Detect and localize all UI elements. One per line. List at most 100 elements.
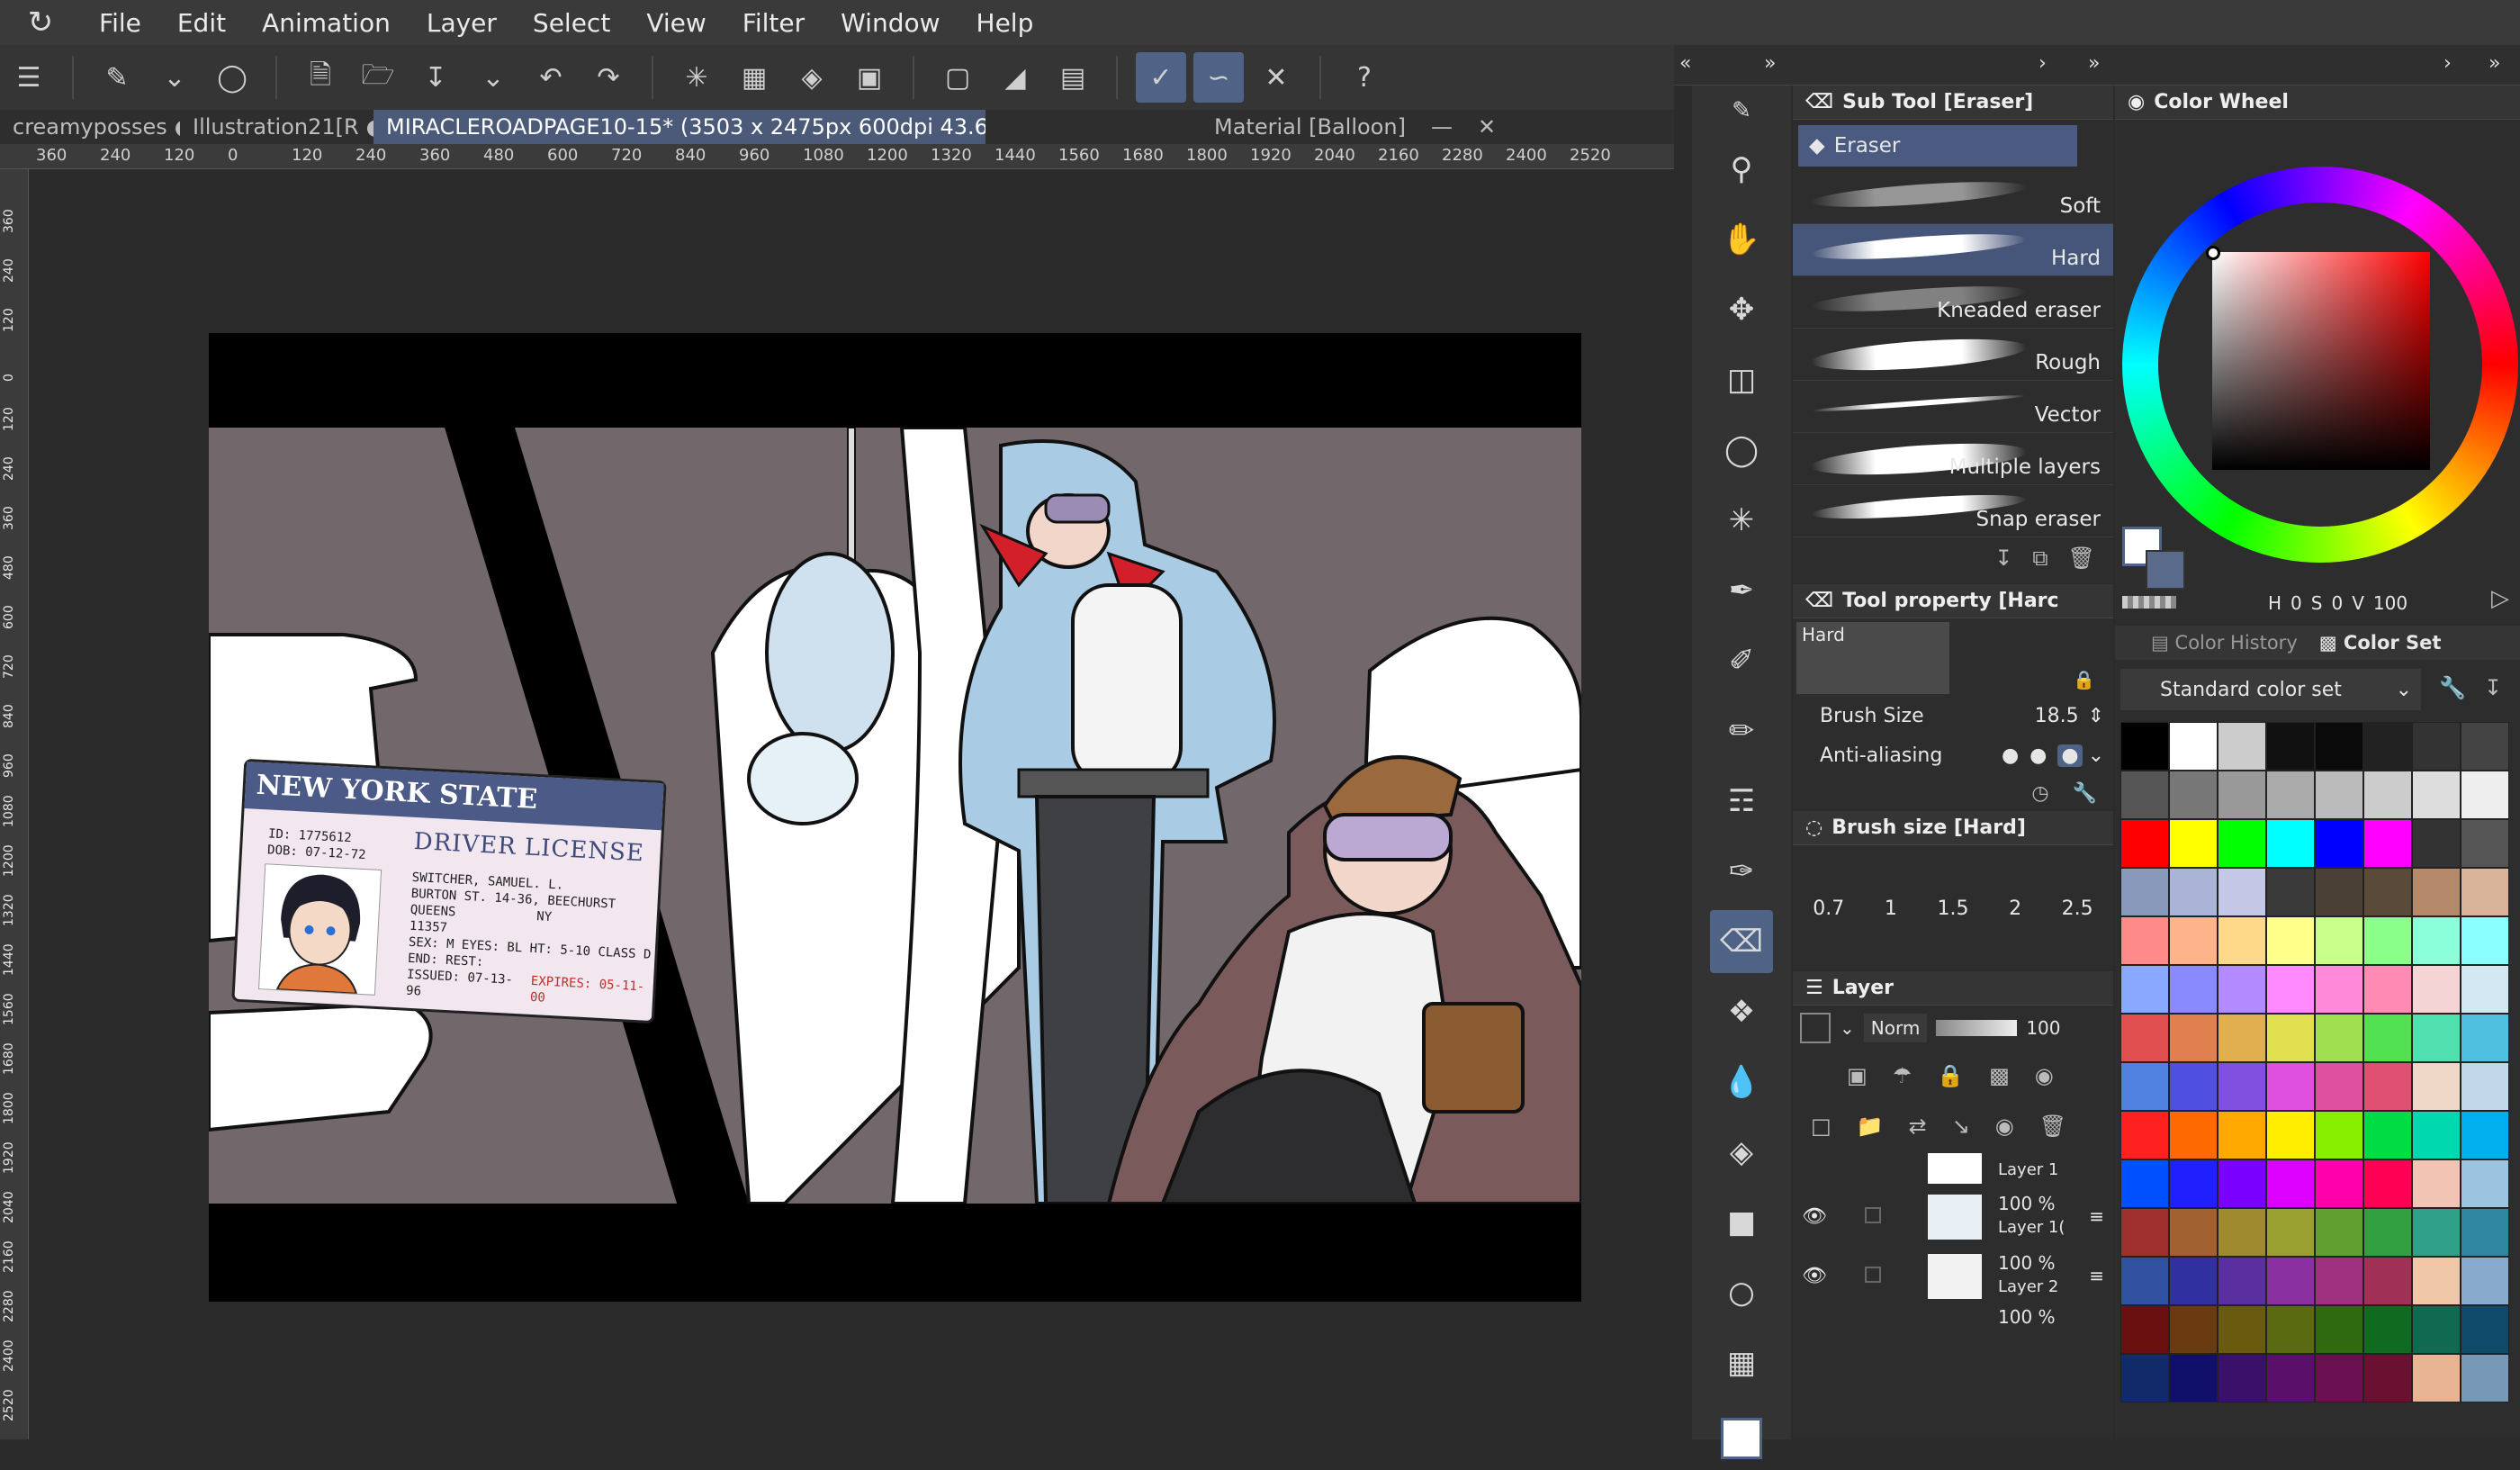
brush-multiple-layers[interactable]: Multiple layers bbox=[1793, 433, 2113, 485]
color-picker-handle[interactable] bbox=[2206, 246, 2220, 260]
color-swatch[interactable] bbox=[2169, 1208, 2218, 1257]
eyedropper-icon[interactable]: ✒ bbox=[1710, 559, 1773, 622]
menu-window[interactable]: Window bbox=[823, 8, 958, 38]
color-swatch[interactable] bbox=[2315, 771, 2363, 819]
undo-icon[interactable]: ↶ bbox=[526, 52, 576, 103]
brush-size-preset[interactable]: 1 bbox=[1885, 897, 1897, 920]
color-swatch[interactable] bbox=[2218, 1305, 2266, 1354]
opacity-slider[interactable] bbox=[1936, 1020, 2018, 1036]
color-swatch[interactable] bbox=[2412, 1208, 2461, 1257]
brush-hard[interactable]: Hard bbox=[1793, 224, 2113, 276]
color-swatch[interactable] bbox=[2169, 722, 2218, 771]
merge-layer-icon[interactable]: ↘ bbox=[1952, 1114, 1970, 1139]
color-swatch[interactable] bbox=[2120, 1257, 2169, 1305]
color-swatch[interactable] bbox=[2218, 1159, 2266, 1208]
expand-right-icon[interactable]: » bbox=[1764, 52, 1776, 75]
color-swatch[interactable] bbox=[2315, 965, 2363, 1014]
download-icon[interactable]: ↧ bbox=[1994, 546, 2012, 571]
subtool-group-eraser[interactable]: ◆ Eraser bbox=[1798, 125, 2077, 167]
tab-color-history[interactable]: ▤ Color History bbox=[2151, 632, 2298, 654]
transform-icon[interactable]: ▣ bbox=[844, 52, 895, 103]
color-swatch[interactable] bbox=[2120, 965, 2169, 1014]
color-swatch[interactable] bbox=[2461, 771, 2509, 819]
color-swatch[interactable] bbox=[2266, 1354, 2315, 1402]
color-swatch[interactable] bbox=[2461, 1014, 2509, 1062]
add-color-icon[interactable]: ↧ bbox=[2484, 675, 2502, 700]
color-swatch[interactable] bbox=[2218, 916, 2266, 965]
color-swatch[interactable] bbox=[2266, 1159, 2315, 1208]
clip-icon[interactable]: ▣ bbox=[1847, 1063, 1868, 1088]
color-swatch[interactable] bbox=[2169, 965, 2218, 1014]
loading-icon[interactable]: ✳ bbox=[671, 52, 722, 103]
color-swatch[interactable] bbox=[2412, 1159, 2461, 1208]
color-swatch[interactable] bbox=[2169, 1354, 2218, 1402]
color-swatch[interactable] bbox=[2120, 1111, 2169, 1159]
color-swatch[interactable] bbox=[2266, 1305, 2315, 1354]
layer-row[interactable]: 100 % bbox=[1793, 1306, 2113, 1333]
expand-right-icon[interactable]: » bbox=[2088, 52, 2100, 75]
color-swatch[interactable] bbox=[2169, 1111, 2218, 1159]
color-swatch[interactable] bbox=[2120, 1305, 2169, 1354]
color-swatch[interactable] bbox=[2266, 1208, 2315, 1257]
color-wheel[interactable] bbox=[2122, 167, 2518, 563]
new-file-icon[interactable]: 🗎 bbox=[295, 52, 346, 103]
layer-row[interactable]: 👁 100 % Layer 1( ≡ bbox=[1793, 1187, 2113, 1247]
brush-snap-eraser[interactable]: Snap eraser bbox=[1793, 485, 2113, 537]
lasso-icon[interactable]: ◯ bbox=[1710, 419, 1773, 482]
layer-checkbox[interactable] bbox=[1865, 1207, 1881, 1223]
color-swatch[interactable] bbox=[2120, 1062, 2169, 1111]
canvas-page[interactable]: NEW YORK STATE DRIVER LICENSE ID: 177561… bbox=[209, 333, 1581, 1302]
frame-border-icon[interactable]: ▦ bbox=[1710, 1331, 1773, 1394]
color-swatch[interactable] bbox=[2120, 819, 2169, 868]
color-swatch[interactable] bbox=[2461, 1354, 2509, 1402]
color-set-select[interactable]: Standard color set ⌄ bbox=[2120, 669, 2421, 710]
play-icon[interactable]: ▷ bbox=[2491, 585, 2509, 612]
blend-icon[interactable]: 💧 bbox=[1710, 1051, 1773, 1114]
chevron-right-icon[interactable]: › bbox=[2444, 52, 2452, 75]
chevron-right-icon[interactable]: › bbox=[2038, 52, 2047, 75]
blend-mode-select[interactable]: Norm bbox=[1863, 1014, 1928, 1042]
mask-icon[interactable]: ◉ bbox=[2035, 1063, 2054, 1088]
lock-icon[interactable]: 🔒 bbox=[1937, 1063, 1964, 1088]
color-swatch[interactable] bbox=[2218, 722, 2266, 771]
color-swatch[interactable] bbox=[2315, 1111, 2363, 1159]
close-icon[interactable]: ✕ bbox=[1465, 110, 1508, 144]
brush-soft[interactable]: Soft bbox=[1793, 172, 2113, 224]
3d-object-icon[interactable]: ◫ bbox=[1710, 348, 1773, 411]
color-swatch[interactable] bbox=[2363, 1305, 2412, 1354]
new-folder-icon[interactable]: 📁 bbox=[1857, 1114, 1884, 1139]
menu-select[interactable]: Select bbox=[515, 8, 628, 38]
color-swatch[interactable] bbox=[2315, 1208, 2363, 1257]
color-swatch[interactable] bbox=[2218, 1111, 2266, 1159]
move-icon[interactable]: ✥ bbox=[1710, 278, 1773, 341]
airbrush-icon[interactable]: ☶ bbox=[1710, 770, 1773, 833]
canvas-area[interactable]: NEW YORK STATE DRIVER LICENSE ID: 177561… bbox=[29, 169, 1674, 1439]
color-swatch[interactable] bbox=[2169, 1159, 2218, 1208]
color-swatch[interactable] bbox=[2169, 1062, 2218, 1111]
color-swatch[interactable] bbox=[2120, 1014, 2169, 1062]
color-swatch[interactable] bbox=[2363, 965, 2412, 1014]
color-swatch[interactable] bbox=[2315, 1305, 2363, 1354]
wrench-icon[interactable]: 🔧 bbox=[2073, 782, 2097, 805]
brush-size-preset[interactable]: 2 bbox=[2009, 897, 2021, 920]
hamburger-menu-icon[interactable]: ☰ bbox=[4, 52, 54, 103]
color-swatch[interactable] bbox=[2218, 819, 2266, 868]
color-swatch[interactable] bbox=[2412, 1062, 2461, 1111]
color-swatch[interactable] bbox=[2266, 1111, 2315, 1159]
main-color-swatch[interactable] bbox=[1710, 1407, 1773, 1470]
zoom-icon[interactable]: ⚲ bbox=[1710, 138, 1773, 201]
color-swatch[interactable] bbox=[2412, 1014, 2461, 1062]
fill-bucket-icon[interactable]: ◈ bbox=[1710, 1121, 1773, 1184]
redo-icon[interactable]: ↷ bbox=[583, 52, 634, 103]
ruler-snap-icon[interactable]: ∽ bbox=[1193, 52, 1244, 103]
color-swatch[interactable] bbox=[2169, 916, 2218, 965]
color-swatch[interactable] bbox=[2218, 1062, 2266, 1111]
color-swatch[interactable] bbox=[2315, 819, 2363, 868]
edit-color-set-icon[interactable]: 🔧 bbox=[2439, 675, 2466, 700]
eye-icon[interactable]: 👁 bbox=[1802, 1265, 1827, 1287]
help-icon[interactable]: ? bbox=[1339, 52, 1390, 103]
color-swatch[interactable] bbox=[2218, 1014, 2266, 1062]
layer-color-box[interactable] bbox=[1800, 1013, 1831, 1043]
brush-vector[interactable]: Vector bbox=[1793, 381, 2113, 433]
transfer-layer-icon[interactable]: ⇄ bbox=[1909, 1114, 1927, 1139]
